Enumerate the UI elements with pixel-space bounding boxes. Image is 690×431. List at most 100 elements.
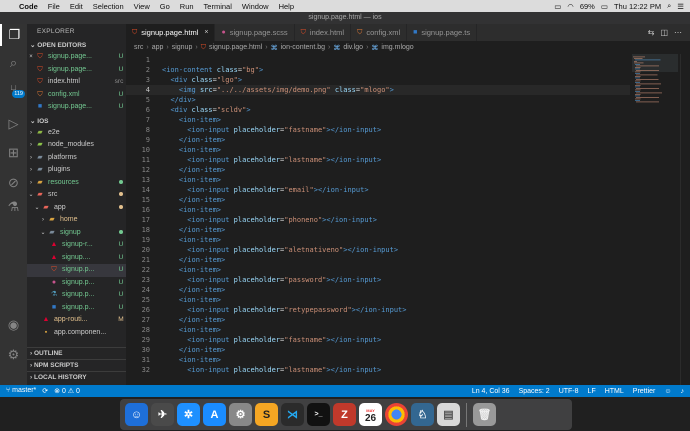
code-line[interactable]: 20 <ion-input placeholder="aletnativeno"… bbox=[126, 245, 398, 255]
finder-icon[interactable]: ☺ bbox=[125, 403, 148, 426]
tree-folder-e2e[interactable]: › ▰ e2e bbox=[27, 127, 126, 140]
open-editor-item[interactable]: ⛉ signup.page... U bbox=[27, 64, 126, 77]
breadcrumb-item[interactable]: img.mlogo bbox=[381, 44, 413, 51]
menu-window[interactable]: Window bbox=[237, 2, 274, 11]
tree-folder-resources[interactable]: › ▰ resources bbox=[27, 177, 126, 190]
open-editor-item[interactable]: ⛉ index.html src bbox=[27, 76, 126, 89]
close-icon[interactable]: × bbox=[204, 29, 208, 36]
menu-app-code[interactable]: Code bbox=[14, 2, 43, 11]
calendar-icon[interactable]: MAY 26 bbox=[359, 403, 382, 426]
problems-indicator[interactable]: ⊗ 0 ⚠ 0 bbox=[54, 387, 80, 395]
menu-run[interactable]: Run bbox=[175, 2, 199, 11]
battery-percent[interactable]: 69% bbox=[580, 2, 595, 11]
tree-folder-platforms[interactable]: › ▰ platforms bbox=[27, 152, 126, 165]
git-branch[interactable]: ⑂ master* bbox=[6, 387, 36, 395]
code-line[interactable]: 30 </ion-item> bbox=[126, 345, 226, 355]
code-line[interactable]: 3 <div class="lgo"> bbox=[126, 75, 242, 85]
tree-file[interactable]: ▲ app-routi... M bbox=[27, 314, 126, 327]
code-line[interactable]: 4 <img src="../../assets/img/demo.png" c… bbox=[126, 85, 630, 95]
sync-icon[interactable]: ⟳ bbox=[42, 387, 48, 395]
sublime-text-icon[interactable]: S bbox=[255, 403, 278, 426]
tree-folder-signup[interactable]: ⌄ ▰ signup bbox=[27, 227, 126, 240]
code-line[interactable]: 10 <ion-item> bbox=[126, 145, 221, 155]
compare-changes-icon[interactable]: ⇆ bbox=[648, 28, 655, 37]
menu-go[interactable]: Go bbox=[155, 2, 175, 11]
search-icon[interactable]: ⌕ bbox=[0, 52, 27, 74]
breadcrumb-item[interactable]: signup.page.html bbox=[209, 44, 262, 51]
feedback-icon[interactable]: ☺ bbox=[664, 388, 671, 395]
indentation[interactable]: Spaces: 2 bbox=[519, 388, 550, 395]
code-line[interactable]: 29 <ion-input placeholder="fastname"></i… bbox=[126, 335, 382, 345]
open-editor-item[interactable]: ■ signup.page... U bbox=[27, 101, 126, 114]
code-line[interactable]: 25 <ion-item> bbox=[126, 295, 221, 305]
airplay-icon[interactable]: ▭ bbox=[554, 2, 561, 11]
tab-signup-html[interactable]: ⛉ signup.page.html × bbox=[126, 24, 216, 41]
vscode-icon[interactable]: ⋊ bbox=[281, 403, 304, 426]
split-editor-icon[interactable]: ◫ bbox=[660, 28, 668, 37]
tree-file-selected[interactable]: ⛉ signup.p... U bbox=[27, 264, 126, 277]
code-line[interactable]: 6 <div class="scldv"> bbox=[126, 105, 251, 115]
run-debug-icon[interactable]: ▷ bbox=[0, 113, 27, 135]
end-of-line[interactable]: LF bbox=[588, 388, 596, 395]
tab-config-xml[interactable]: ⛉ config.xml bbox=[351, 24, 408, 41]
system-preferences-icon[interactable]: ⚙ bbox=[229, 403, 252, 426]
project-header[interactable]: ⌄ IOS bbox=[27, 116, 126, 127]
code-line[interactable]: 15 </ion-item> bbox=[126, 195, 226, 205]
code-line[interactable]: 14 <ion-input placeholder="email"></ion-… bbox=[126, 185, 369, 195]
notifications-bell-icon[interactable]: ♪ bbox=[681, 388, 685, 395]
extensions-icon[interactable]: ⊞ bbox=[0, 142, 27, 164]
code-line[interactable]: 13 <ion-item> bbox=[126, 175, 221, 185]
open-editor-item[interactable]: ⛉ config.xml U bbox=[27, 89, 126, 102]
code-line[interactable]: 2 <ion-content class="bg"> bbox=[126, 65, 263, 75]
wifi-icon[interactable]: ◠ bbox=[567, 2, 574, 11]
safari-icon[interactable]: ✲ bbox=[177, 403, 200, 426]
code-line[interactable]: 18 </ion-item> bbox=[126, 225, 226, 235]
open-editors-header[interactable]: ⌄ OPEN EDITORS bbox=[27, 40, 126, 51]
prettier-status[interactable]: Prettier bbox=[633, 388, 656, 395]
breadcrumb-item[interactable]: src bbox=[134, 44, 143, 51]
tree-folder-node-modules[interactable]: › ▰ node_modules bbox=[27, 139, 126, 152]
code-line[interactable]: 1 bbox=[126, 55, 150, 65]
code-line[interactable]: 26 <ion-input placeholder="retypepasswor… bbox=[126, 305, 407, 315]
code-line[interactable]: 24 </ion-item> bbox=[126, 285, 226, 295]
launchpad-icon[interactable]: ✈ bbox=[151, 403, 174, 426]
code-line[interactable]: 31 <ion-item> bbox=[126, 355, 221, 365]
tree-folder-home[interactable]: › ▰ home bbox=[27, 214, 126, 227]
breadcrumb-item[interactable]: app bbox=[152, 44, 164, 51]
local-history-section[interactable]: › LOCAL HISTORY bbox=[27, 372, 126, 384]
close-icon[interactable]: × bbox=[27, 51, 35, 64]
code-line[interactable]: 16 <ion-item> bbox=[126, 205, 221, 215]
breadcrumb-item[interactable]: ion-content.bg bbox=[281, 44, 325, 51]
code-line[interactable]: 8 <ion-input placeholder="fastname"></io… bbox=[126, 125, 381, 135]
filezilla-icon[interactable]: Z bbox=[333, 403, 356, 426]
tree-file[interactable]: ▲ signup.... U bbox=[27, 252, 126, 265]
app-store-icon[interactable]: A bbox=[203, 403, 226, 426]
tree-file[interactable]: ■ signup.p... U bbox=[27, 302, 126, 315]
remote-explorer-icon[interactable]: ⊘ bbox=[0, 172, 27, 194]
open-editor-item[interactable]: × ⛉ signup.page... U bbox=[27, 51, 126, 64]
code-line[interactable]: 28 <ion-item> bbox=[126, 325, 221, 335]
tree-folder-plugins[interactable]: › ▰ plugins bbox=[27, 164, 126, 177]
settings-gear-icon[interactable]: ⚙ bbox=[0, 344, 27, 366]
code-line[interactable]: 7 <ion-item> bbox=[126, 115, 221, 125]
menu-selection[interactable]: Selection bbox=[88, 2, 129, 11]
postgresql-icon[interactable]: ♘ bbox=[411, 403, 434, 426]
source-control-icon[interactable]: ⑂ 119 bbox=[0, 78, 27, 100]
code-line[interactable]: 27 </ion-item> bbox=[126, 315, 226, 325]
breadcrumb-item[interactable]: signup bbox=[172, 44, 193, 51]
minimap[interactable] bbox=[630, 54, 680, 385]
clock[interactable]: Thu 12:22 PM bbox=[614, 2, 661, 11]
tab-index-html[interactable]: ⛉ index.html bbox=[294, 24, 352, 41]
menu-terminal[interactable]: Terminal bbox=[199, 2, 237, 11]
code-line[interactable]: 32 <ion-input placeholder="lastname"></i… bbox=[126, 365, 382, 375]
code-line[interactable]: 5 </div> bbox=[126, 95, 196, 105]
chrome-icon[interactable] bbox=[385, 403, 408, 426]
menu-help[interactable]: Help bbox=[274, 2, 299, 11]
code-editor[interactable]: 1 2 <ion-content class="bg"> 3 <div class="… bbox=[126, 54, 630, 385]
tree-file[interactable]: ▲ signup-r... U bbox=[27, 239, 126, 252]
code-line[interactable]: 23 <ion-input placeholder="password"></i… bbox=[126, 275, 382, 285]
tab-signup-scss[interactable]: ● signup.page.scss bbox=[215, 24, 295, 41]
tree-file[interactable]: ⚗ signup.p... U bbox=[27, 289, 126, 302]
tree-file[interactable]: ▪ app.componen... bbox=[27, 327, 126, 340]
tree-folder-src[interactable]: ⌄ ▰ src bbox=[27, 189, 126, 202]
